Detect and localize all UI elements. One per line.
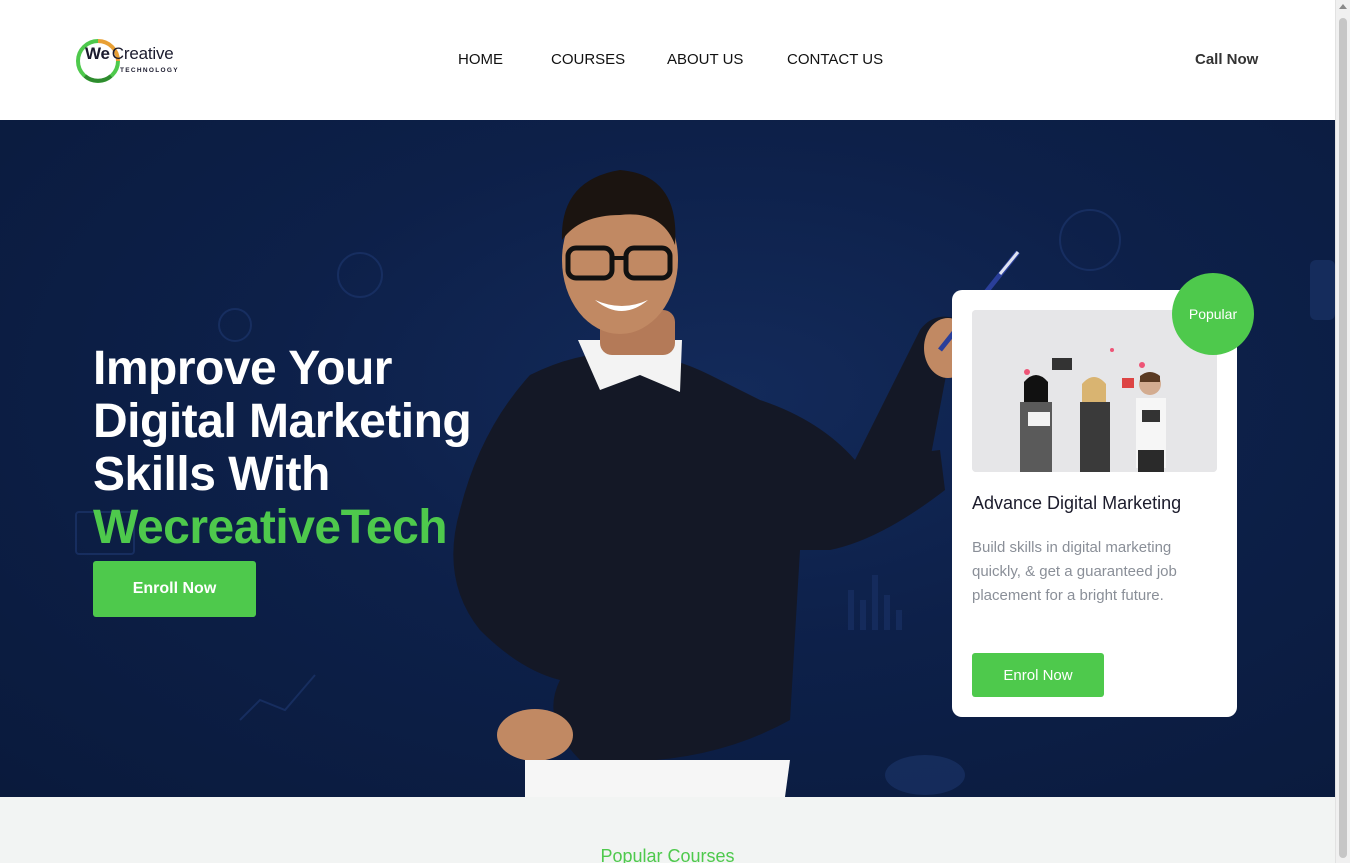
- call-now-link[interactable]: Call Now: [1195, 51, 1258, 68]
- enroll-now-button[interactable]: Enroll Now: [93, 561, 256, 617]
- popular-badge: Popular: [1172, 273, 1254, 355]
- logo-tagline: TECHNOLOGY: [120, 67, 179, 74]
- nav-item-courses[interactable]: COURSES: [551, 51, 625, 68]
- course-card-title: Advance Digital Marketing: [972, 493, 1182, 513]
- nav-item-home[interactable]: HOME: [458, 51, 503, 68]
- hero-section: Improve Your Digital Marketing Skills Wi…: [0, 120, 1335, 797]
- page: We Creative TECHNOLOGY HOME COURSES ABOUT…: [0, 0, 1335, 863]
- section-heading: Popular Courses: [600, 846, 735, 863]
- hero-title-accent: WecreativeTech: [93, 501, 448, 555]
- scrollbar-thumb[interactable]: [1339, 18, 1347, 858]
- vertical-scrollbar[interactable]: [1335, 0, 1350, 863]
- logo-text: We Creative: [85, 44, 174, 63]
- hero-title-line-2: Digital Marketing: [93, 395, 472, 449]
- brand-logo[interactable]: We Creative TECHNOLOGY: [75, 38, 187, 84]
- hero-title-line-3: Skills With: [93, 448, 330, 502]
- hero-title-line-1: Improve Your: [93, 342, 392, 396]
- nav-item-about-us[interactable]: ABOUT US: [667, 51, 743, 68]
- popular-courses-section: Popular Courses: [0, 797, 1335, 863]
- course-card[interactable]: Advance Digital Marketing Build skills i…: [952, 290, 1237, 717]
- site-header: We Creative TECHNOLOGY HOME COURSES ABOUT…: [0, 0, 1335, 120]
- scroll-up-arrow-icon[interactable]: [1339, 4, 1347, 9]
- nav-item-contact-us[interactable]: CONTACT US: [787, 51, 883, 68]
- course-card-description: Build skills in digital marketing quickl…: [972, 539, 1177, 604]
- enrol-now-button[interactable]: Enrol Now: [972, 653, 1104, 697]
- hero-title: Improve Your Digital Marketing Skills Wi…: [93, 342, 523, 554]
